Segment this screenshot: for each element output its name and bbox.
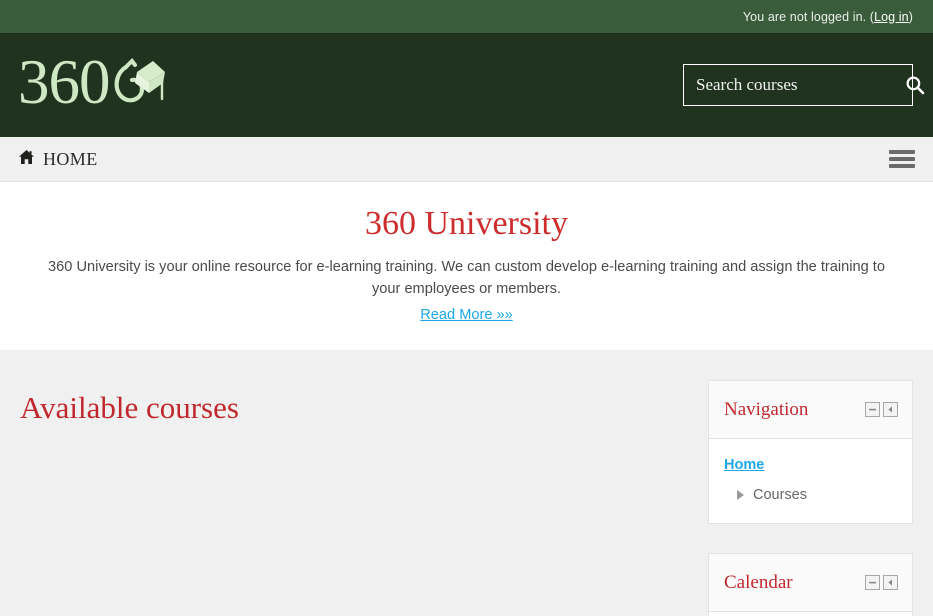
block-navigation-title: Navigation [724,398,809,420]
main-column: Available courses [20,380,708,616]
login-status-text: You are not logged in. (Log in) [743,10,913,24]
login-status-prefix: You are not logged in. ( [742,9,875,24]
hamburger-bar [889,157,915,161]
block-calendar-title: Calendar [724,571,793,593]
triangle-right-icon[interactable] [737,490,744,501]
minus-icon[interactable] [865,402,880,418]
block-calendar-controls [865,575,898,591]
dock-left-arrow-icon[interactable] [883,402,898,418]
site-header: 360 [0,33,933,137]
block-calendar: Calendar [708,553,913,616]
hero-description: 360 University is your online resource f… [48,258,885,297]
block-calendar-body [709,612,912,616]
read-more-link[interactable]: Read More »» [420,307,512,323]
nav-item-home[interactable]: HOME [18,149,98,170]
hamburger-bar [889,164,915,168]
main-navbar: HOME [0,137,933,182]
block-navigation-body: Home Courses [709,439,912,523]
site-logo[interactable]: 360 [18,48,166,122]
page-title: 360 University [364,205,569,242]
block-calendar-header: Calendar [709,554,912,613]
minus-icon[interactable] [865,575,880,591]
search-courses-box[interactable] [683,64,925,106]
content-area: Available courses Navigation Home Course… [0,350,933,616]
graduation-cap-icon [104,55,166,118]
home-icon [18,149,35,170]
hamburger-menu-icon[interactable] [889,149,915,169]
available-courses-heading: Available courses [20,390,239,426]
nav-tree-item-home[interactable]: Home [724,457,897,473]
login-status-suffix: ) [908,9,913,24]
dock-left-arrow-icon[interactable] [883,575,898,591]
block-navigation: Navigation Home Courses [708,380,913,525]
nav-home-label: HOME [43,148,98,169]
hero-section: 360 University 360 University is your on… [0,182,933,351]
logo-text: 360 [18,46,110,117]
search-input[interactable] [696,75,905,95]
block-navigation-controls [865,402,898,418]
log-in-link[interactable]: Log in [874,10,909,24]
nav-tree-item-courses[interactable]: Courses [724,487,897,503]
sidebar: Navigation Home Courses Calendar [708,380,913,616]
nav-tree-item-courses-label: Courses [753,487,807,504]
hamburger-bar [889,150,915,154]
top-status-bar: You are not logged in. (Log in) [0,0,933,33]
search-icon[interactable] [905,73,925,97]
block-navigation-header: Navigation [709,381,912,440]
